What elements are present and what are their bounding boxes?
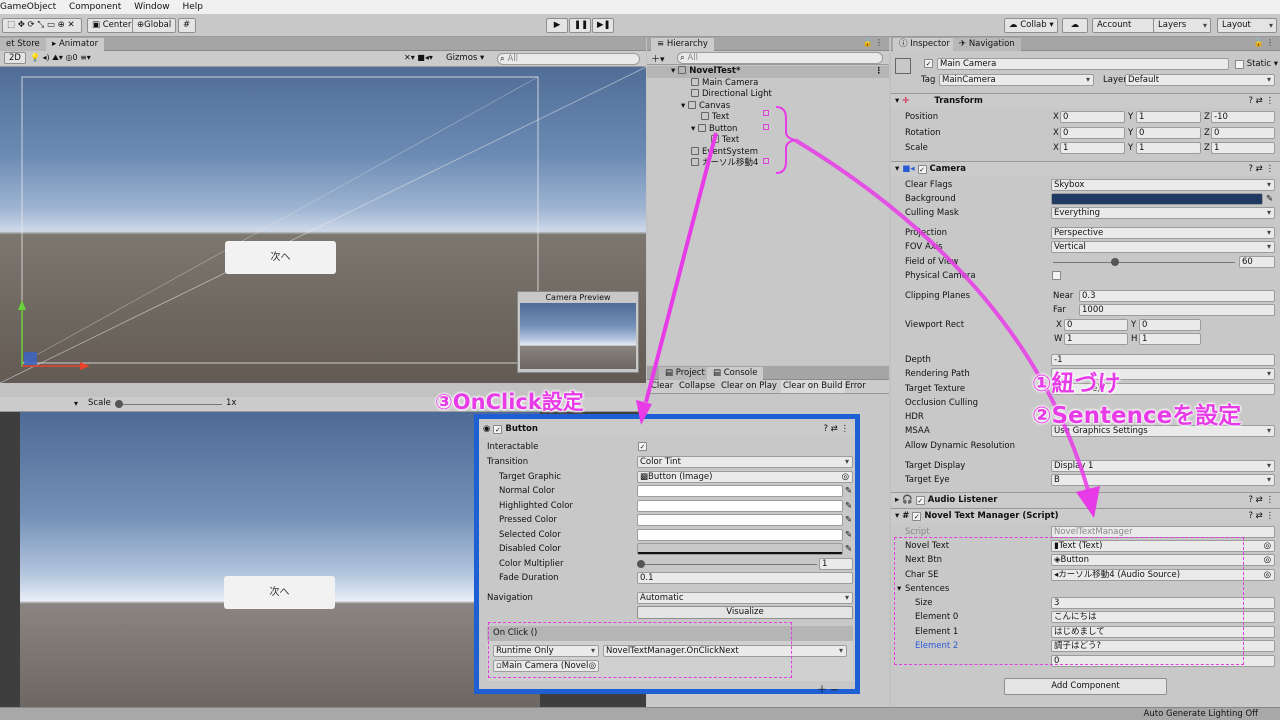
annotation-arrows <box>636 106 1100 518</box>
annotation-sentence: ②Sentenceを設定 <box>1032 403 1242 430</box>
annotation-onclick: ③OnClick設定 <box>435 390 584 415</box>
annotation-link: ①紐づけ <box>1032 371 1121 398</box>
